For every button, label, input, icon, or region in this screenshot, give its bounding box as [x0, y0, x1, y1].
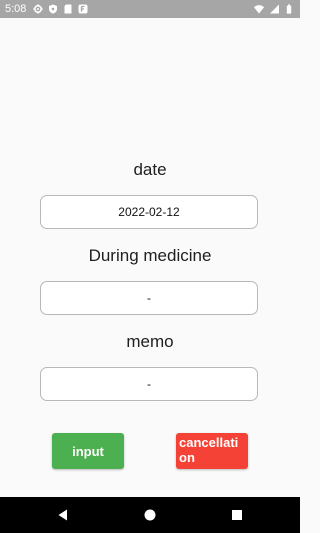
shield-icon: [48, 4, 58, 14]
signal-icon: [269, 4, 279, 14]
memo-field[interactable]: -: [40, 367, 258, 401]
navigation-bar: [0, 497, 300, 533]
status-left-group: 5:08: [0, 0, 88, 18]
status-right-group: [254, 0, 294, 18]
cancellation-button[interactable]: cancellation: [176, 433, 248, 469]
input-button[interactable]: input: [52, 433, 124, 469]
battery-icon: [284, 4, 294, 14]
memo-label: memo: [126, 332, 174, 351]
app-screen: 5:08 date 2022-02-12 During medicine - m…: [0, 0, 300, 533]
status-bar: 5:08: [0, 0, 300, 18]
medicine-label: During medicine: [88, 246, 212, 265]
app-notification-icon: [78, 4, 88, 14]
date-field[interactable]: 2022-02-12: [40, 195, 258, 229]
home-icon[interactable]: [142, 507, 158, 523]
wifi-icon: [254, 4, 264, 14]
sd-card-icon: [63, 4, 73, 14]
recents-icon[interactable]: [229, 507, 245, 523]
date-label: date: [133, 160, 167, 179]
back-icon[interactable]: [55, 507, 71, 523]
gear-icon: [33, 4, 44, 14]
medicine-field[interactable]: -: [40, 281, 258, 315]
status-time: 5:08: [5, 3, 27, 15]
